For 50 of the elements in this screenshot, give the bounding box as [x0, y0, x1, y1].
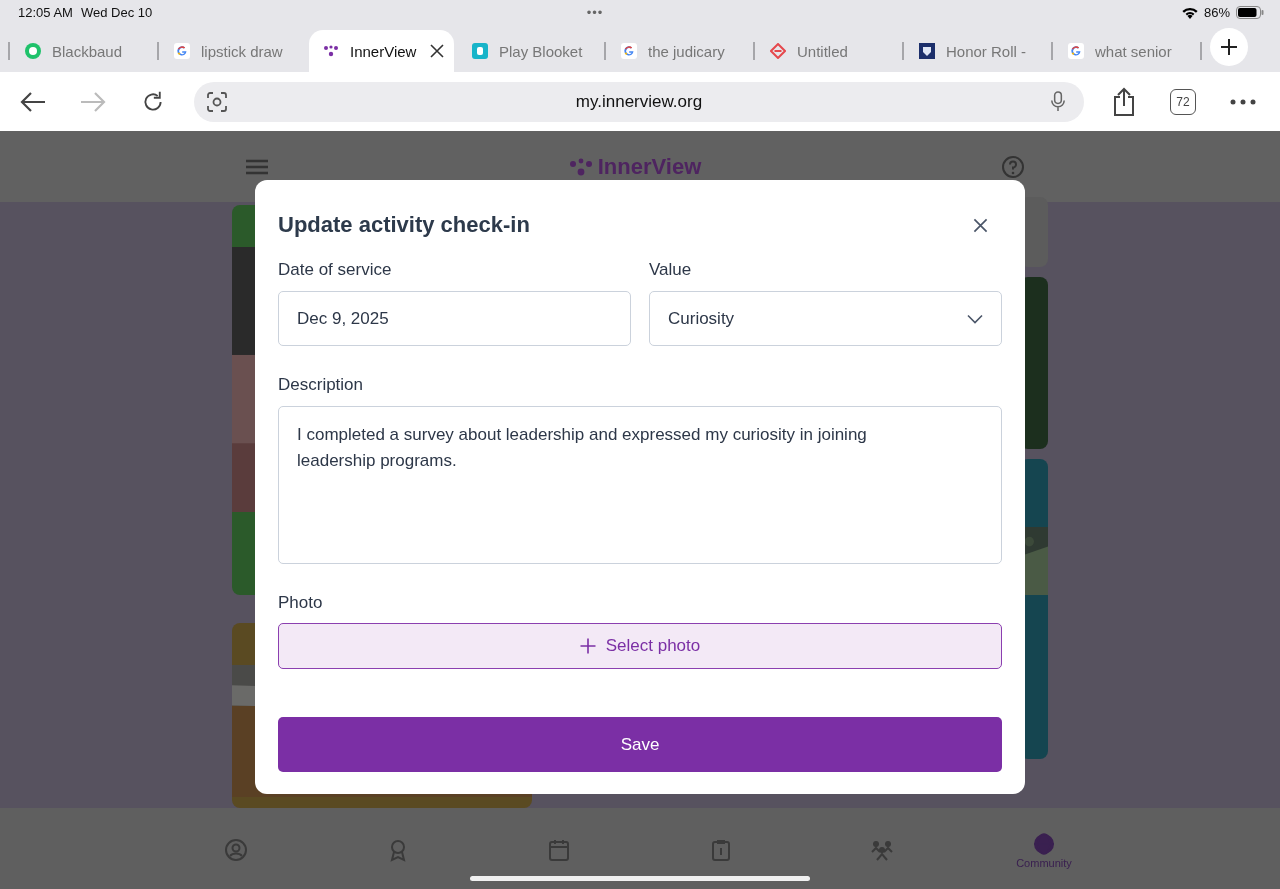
g-logo-icon	[621, 43, 637, 60]
back-icon[interactable]	[20, 90, 46, 113]
multitask-dots[interactable]: •••	[586, 5, 604, 21]
plus-icon	[579, 638, 596, 654]
value-dropdown[interactable]: Curiosity	[649, 291, 1002, 346]
nodes-logo-icon	[567, 156, 594, 177]
browser-tab[interactable]: Untitled	[756, 30, 901, 73]
browser-tab[interactable]: Play Blooket	[458, 30, 603, 73]
browser-tab[interactable]: lipstick draw	[160, 30, 305, 73]
circle-logo-icon	[25, 43, 41, 60]
field-label: Photo	[278, 593, 323, 613]
g-logo-icon	[174, 43, 190, 60]
wifi-icon	[1181, 6, 1198, 19]
browser-tab[interactable]: InnerView	[309, 30, 454, 73]
battery-icon	[1236, 6, 1264, 20]
browser-tab[interactable]: the judicary	[607, 30, 752, 73]
browser-tab[interactable]: Blackbaud	[11, 30, 156, 73]
field-label: Value	[649, 260, 692, 280]
status-time: 12:05 AM	[18, 5, 73, 21]
crest-logo-icon	[919, 43, 935, 60]
browser-tab[interactable]: what senior	[1054, 30, 1199, 73]
tab-count-button[interactable]: 72	[1170, 88, 1196, 115]
date-field[interactable]: Dec 9, 2025	[278, 291, 631, 346]
more-icon[interactable]	[1230, 98, 1256, 105]
people-icon	[870, 838, 895, 862]
status-date: Wed Dec 10	[80, 5, 153, 21]
battery-percent: 86%	[1203, 5, 1230, 21]
address-bar[interactable]: my.innerview.org	[194, 81, 1084, 122]
camera-scan-icon[interactable]	[206, 90, 228, 113]
plus-icon	[1220, 37, 1238, 56]
calendar-icon	[547, 838, 572, 862]
share-icon[interactable]	[1112, 86, 1136, 117]
square-logo-icon	[472, 43, 488, 60]
field-label: Description	[278, 375, 364, 395]
dialog-title: Update activity check-in	[278, 212, 530, 238]
g-logo-icon	[1068, 43, 1084, 60]
close-icon[interactable]	[430, 44, 444, 59]
app-logo: InnerView	[597, 153, 702, 180]
profile-icon	[224, 838, 248, 862]
new-tab-button[interactable]	[1210, 27, 1248, 66]
url-text: my.innerview.org	[574, 91, 704, 112]
browser-tab[interactable]: Honor Roll -	[905, 30, 1050, 73]
save-button[interactable]: Save	[278, 717, 1002, 772]
microphone-icon[interactable]	[1050, 91, 1066, 113]
diamond-logo-icon	[770, 43, 786, 60]
select-photo-button[interactable]: Select photo	[278, 623, 1002, 669]
field-label: Date of service	[278, 260, 392, 280]
chevron-down-icon	[967, 313, 983, 324]
description-field[interactable]: I completed a survey about leadership and expressed my curiosity in joining leadership programs.	[278, 406, 1002, 564]
close-icon[interactable]	[973, 217, 988, 233]
